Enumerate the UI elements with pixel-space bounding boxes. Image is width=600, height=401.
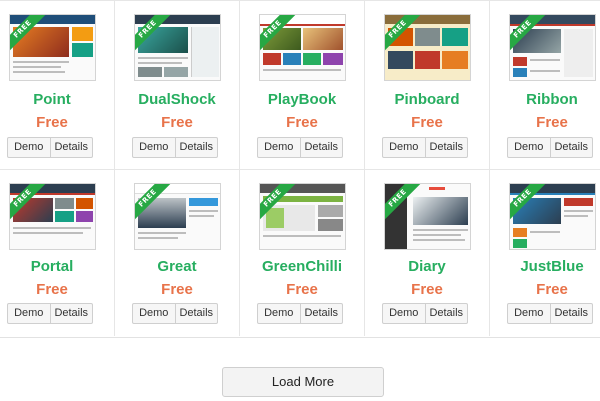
theme-name[interactable]: Diary [365, 258, 489, 275]
theme-price: Free [286, 114, 318, 131]
button-group: Demo Details [7, 303, 93, 324]
theme-name[interactable]: Portal [0, 258, 114, 275]
theme-price: Free [536, 281, 568, 298]
theme-thumbnail[interactable]: FREE [9, 183, 96, 250]
button-group: Demo Details [382, 303, 468, 324]
theme-name[interactable]: DualShock [115, 91, 239, 108]
button-group: Demo Details [257, 137, 343, 158]
details-button[interactable]: Details [49, 138, 93, 157]
theme-card-portal: FREE Portal Free Demo Details [0, 169, 115, 336]
theme-price: Free [411, 281, 443, 298]
details-button[interactable]: Details [299, 304, 343, 323]
theme-price: Free [286, 281, 318, 298]
theme-thumbnail[interactable]: FREE [134, 183, 221, 250]
demo-button[interactable]: Demo [133, 304, 175, 323]
demo-button[interactable]: Demo [8, 304, 50, 323]
theme-thumbnail[interactable]: FREE [259, 14, 346, 81]
theme-price: Free [161, 114, 193, 131]
theme-card-greenchilli: FREE GreenChilli Free Demo Details [240, 169, 365, 336]
theme-card-playbook: FREE PlayBook Free Demo Details [240, 0, 365, 169]
details-button[interactable]: Details [299, 138, 343, 157]
details-button[interactable]: Details [49, 304, 93, 323]
button-group: Demo Details [132, 137, 218, 158]
demo-button[interactable]: Demo [508, 304, 550, 323]
details-button[interactable]: Details [424, 304, 468, 323]
theme-card-diary: FREE Diary Free Demo Details [365, 169, 490, 336]
load-more-button[interactable]: Load More [222, 367, 384, 397]
demo-button[interactable]: Demo [133, 138, 175, 157]
theme-grid: FREE Point Free Demo Details FREE DualSh… [0, 0, 600, 338]
details-button[interactable]: Details [424, 138, 468, 157]
theme-card-great: FREE Great Free Demo Details [115, 169, 240, 336]
theme-price: Free [36, 281, 68, 298]
theme-card-point: FREE Point Free Demo Details [0, 0, 115, 169]
theme-name[interactable]: JustBlue [490, 258, 600, 275]
theme-name[interactable]: Great [115, 258, 239, 275]
details-button[interactable]: Details [174, 304, 218, 323]
theme-thumbnail[interactable]: FREE [509, 14, 596, 81]
theme-price: Free [161, 281, 193, 298]
button-group: Demo Details [132, 303, 218, 324]
theme-price: Free [36, 114, 68, 131]
theme-thumbnail[interactable]: FREE [259, 183, 346, 250]
demo-button[interactable]: Demo [383, 304, 425, 323]
theme-name[interactable]: GreenChilli [240, 258, 364, 275]
details-button[interactable]: Details [174, 138, 218, 157]
demo-button[interactable]: Demo [508, 138, 550, 157]
theme-card-pinboard: FREE Pinboard Free Demo Details [365, 0, 490, 169]
demo-button[interactable]: Demo [258, 138, 300, 157]
button-group: Demo Details [257, 303, 343, 324]
theme-card-ribbon: FREE Ribbon Free Demo Details [490, 0, 600, 169]
theme-name[interactable]: PlayBook [240, 91, 364, 108]
theme-name[interactable]: Pinboard [365, 91, 489, 108]
details-button[interactable]: Details [549, 138, 593, 157]
theme-card-justblue: FREE JustBlue Free Demo Details [490, 169, 600, 336]
demo-button[interactable]: Demo [258, 304, 300, 323]
theme-thumbnail[interactable]: FREE [134, 14, 221, 81]
button-group: Demo Details [7, 137, 93, 158]
details-button[interactable]: Details [549, 304, 593, 323]
theme-thumbnail[interactable]: FREE [384, 14, 471, 81]
theme-card-dualshock: FREE DualShock Free Demo Details [115, 0, 240, 169]
button-group: Demo Details [507, 137, 593, 158]
theme-name[interactable]: Ribbon [490, 91, 600, 108]
demo-button[interactable]: Demo [383, 138, 425, 157]
theme-thumbnail[interactable]: FREE [384, 183, 471, 250]
theme-thumbnail[interactable]: FREE [9, 14, 96, 81]
theme-thumbnail[interactable]: FREE [509, 183, 596, 250]
theme-price: Free [411, 114, 443, 131]
button-group: Demo Details [507, 303, 593, 324]
theme-name[interactable]: Point [0, 91, 114, 108]
button-group: Demo Details [382, 137, 468, 158]
theme-price: Free [536, 114, 568, 131]
demo-button[interactable]: Demo [8, 138, 50, 157]
